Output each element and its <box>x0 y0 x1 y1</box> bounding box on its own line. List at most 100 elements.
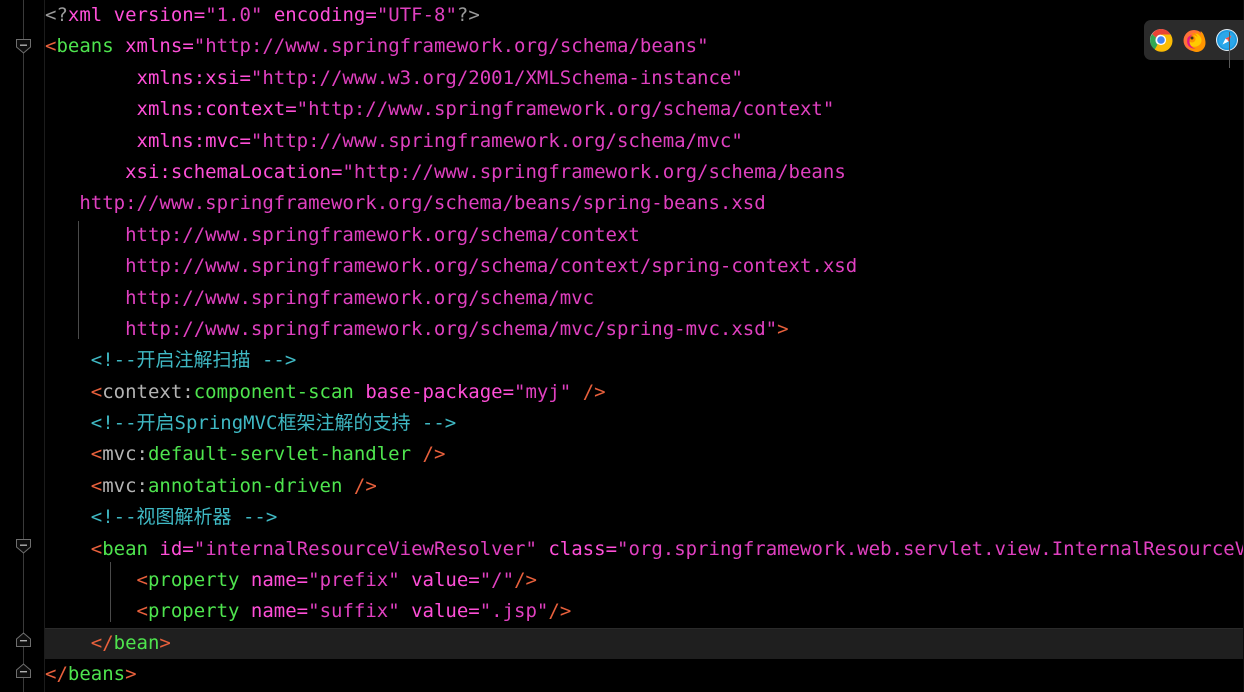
code-token: bean <box>102 537 148 560</box>
code-token: = <box>296 600 309 623</box>
code-token: base-package <box>353 380 503 403</box>
code-token: /> <box>548 600 572 623</box>
xml-editor[interactable]: <?xml version="1.0" encoding="UTF-8"?> <b… <box>0 0 1244 692</box>
code-token: property <box>147 569 240 592</box>
code-line[interactable]: <mvc:default-servlet-handler /> <box>0 439 1244 470</box>
code-line[interactable]: <beans xmlns="http://www.springframework… <box>0 31 1244 62</box>
code-token: http://www.springframework.org/schema/co… <box>45 255 858 278</box>
code-token: bean <box>113 631 160 654</box>
code-token: > <box>125 663 137 686</box>
code-token: http://www.springframework.org/schema/mv… <box>45 286 595 309</box>
code-token: < <box>45 443 103 466</box>
code-line[interactable]: </beans> <box>0 659 1244 690</box>
code-line[interactable]: <!--视图解析器 --> <box>0 502 1244 533</box>
code-token: = <box>330 160 343 183</box>
code-token: "internalResourceViewResolver" <box>193 537 537 560</box>
code-token: mvc: <box>102 474 148 497</box>
code-line[interactable]: <bean id="internalResourceViewResolver" … <box>0 534 1244 565</box>
code-line[interactable]: xmlns:xsi="http://www.w3.org/2001/XMLSch… <box>0 63 1244 94</box>
code-token: name <box>239 600 297 623</box>
code-line[interactable]: <mvc:annotation-driven /> <box>0 471 1244 502</box>
code-line[interactable]: http://www.springframework.org/schema/be… <box>0 188 1244 219</box>
code-line[interactable]: <!--开启注解扫描 --> <box>0 345 1244 376</box>
code-token: component-scan <box>193 380 354 403</box>
chrome-icon[interactable] <box>1149 28 1173 52</box>
code-token: xmlns:context <box>45 98 286 121</box>
code-token: "1.0" <box>205 4 263 26</box>
code-line[interactable]: xmlns:mvc="http://www.springframework.or… <box>0 126 1244 157</box>
browser-dock[interactable] <box>1144 20 1244 68</box>
code-token: context: <box>102 380 194 403</box>
code-token: encoding <box>273 4 366 26</box>
code-line[interactable]: <!--开启SpringMVC框架注解的支持 --> <box>0 408 1244 439</box>
code-token: = <box>182 537 194 560</box>
code-line[interactable]: <context:component-scan base-package="my… <box>0 377 1244 408</box>
code-token: xsi:schemaLocation <box>45 160 331 183</box>
code-token: = <box>296 569 309 592</box>
code-token: property <box>147 600 240 623</box>
code-token: name <box>239 569 297 592</box>
code-token: xmlns:xsi <box>45 66 240 89</box>
safari-icon[interactable] <box>1215 28 1239 52</box>
code-line[interactable]: xsi:schemaLocation="http://www.springfra… <box>0 157 1244 188</box>
code-token: /> <box>571 380 606 403</box>
code-token: /> <box>514 569 537 592</box>
code-token: = <box>468 600 480 623</box>
code-token: < <box>45 380 103 403</box>
code-token: = <box>468 569 480 592</box>
dock-divider <box>1229 32 1230 68</box>
code-token: "http://www.w3.org/2001/XMLSchema-instan… <box>250 66 743 89</box>
editor-gutter[interactable] <box>0 0 45 692</box>
code-token: value <box>399 569 469 592</box>
code-line[interactable]: xmlns:context="http://www.springframewor… <box>0 94 1244 125</box>
fold-end-beans[interactable] <box>12 659 35 682</box>
firefox-icon[interactable] <box>1182 28 1206 52</box>
code-token: beans <box>56 35 114 58</box>
code-token: "http://www.springframework.org/schema/m… <box>250 129 743 152</box>
code-line[interactable]: </bean> <box>0 627 1244 660</box>
code-token: /> <box>342 474 377 497</box>
code-line[interactable]: <property name="prefix" value="/"/> <box>0 565 1244 596</box>
code-token: <!--开启注解扫描 --> <box>45 349 297 372</box>
code-line[interactable]: http://www.springframework.org/schema/mv… <box>0 314 1244 345</box>
code-token: xml <box>67 4 103 26</box>
code-token: <!--开启SpringMVC框架注解的支持 --> <box>45 412 457 435</box>
code-token: = <box>502 380 515 403</box>
code-token: < <box>45 35 57 58</box>
fold-end-bean[interactable] <box>12 628 35 651</box>
code-token: "UTF-8" <box>376 4 457 26</box>
fold-collapse-beans[interactable] <box>12 34 35 57</box>
code-line[interactable]: http://www.springframework.org/schema/mv… <box>0 283 1244 314</box>
code-token: = <box>605 537 618 560</box>
code-line[interactable]: <property name="suffix" value=".jsp"/> <box>0 596 1244 627</box>
code-line[interactable]: http://www.springframework.org/schema/co… <box>0 220 1244 251</box>
code-token: http://www.springframework.org/schema/co… <box>45 223 640 246</box>
code-token: /> <box>411 443 446 466</box>
code-token: http://www.springframework.org/schema/be… <box>45 192 766 215</box>
code-token: "prefix" <box>308 569 400 592</box>
code-token: id <box>147 537 183 560</box>
code-token: "myj" <box>514 380 572 403</box>
code-token: > <box>777 317 789 340</box>
fold-collapse-bean[interactable] <box>12 534 35 557</box>
code-token: http://www.springframework.org/schema/mv… <box>45 317 778 340</box>
code-line[interactable]: <?xml version="1.0" encoding="UTF-8"?> <box>0 0 1244 31</box>
code-token: "org.springframework.web.servlet.view.In… <box>617 537 1244 560</box>
code-token: ?> <box>456 4 480 26</box>
code-token: "http://www.springframework.org/schema/b… <box>342 160 846 183</box>
code-token: </ <box>45 663 68 686</box>
code-token: </ <box>45 631 114 654</box>
code-token: ".jsp" <box>479 600 549 623</box>
indent-guide-schema-location <box>78 221 79 339</box>
code-token: < <box>45 569 148 592</box>
code-line[interactable]: http://www.springframework.org/schema/co… <box>0 251 1244 282</box>
code-token: class <box>536 537 606 560</box>
code-area[interactable]: <?xml version="1.0" encoding="UTF-8"?> <b… <box>0 0 1244 692</box>
code-token: < <box>45 537 103 560</box>
gutter-fold-rail <box>23 0 24 692</box>
code-token: "suffix" <box>308 600 400 623</box>
code-token: value <box>399 600 469 623</box>
